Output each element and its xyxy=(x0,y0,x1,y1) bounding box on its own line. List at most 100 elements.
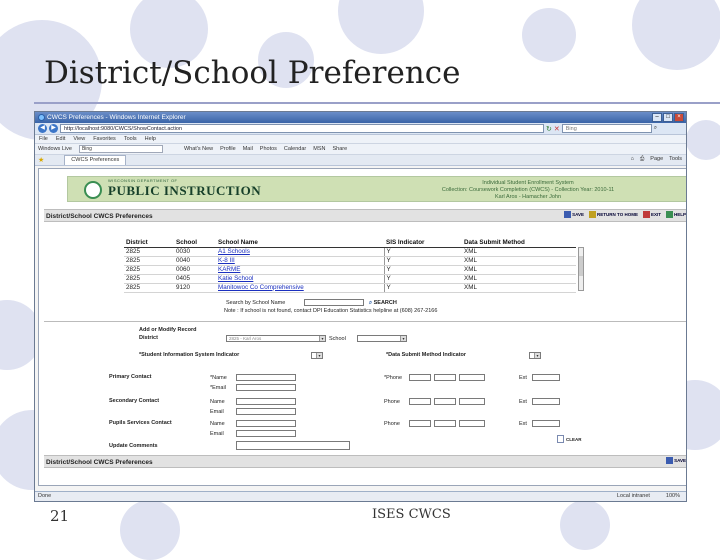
sis-indicator-label: *Student Information System Indicator xyxy=(139,352,240,358)
menu-file[interactable]: File xyxy=(39,136,48,142)
save-button[interactable]: SAVE xyxy=(564,211,584,218)
exit-button[interactable]: EXIT xyxy=(642,211,661,218)
minimize-button[interactable]: – xyxy=(652,113,662,122)
tool-tools[interactable]: Tools xyxy=(669,156,682,163)
primary-contact-label: Primary Contact xyxy=(109,374,152,380)
menu-edit[interactable]: Edit xyxy=(56,136,65,142)
page-header-bar: District/School CWCS Preferences SAVE RE… xyxy=(44,209,686,222)
table-row[interactable]: 2825 0040 K-8 III Y XML xyxy=(124,256,576,266)
table-row[interactable]: 2825 0405 Katie School Y XML xyxy=(124,274,576,284)
district-select[interactable]: 2825 - Karl Aros ▾ xyxy=(226,335,326,342)
search-button[interactable]: ⌕ SEARCH xyxy=(369,300,397,307)
windows-live-label[interactable]: Windows Live xyxy=(38,146,72,152)
table-row[interactable]: 2825 0060 KARME Y XML xyxy=(124,265,576,275)
pupils-name-field[interactable] xyxy=(236,420,296,427)
scrollbar-thumb[interactable] xyxy=(579,256,583,276)
link-share[interactable]: Share xyxy=(332,146,347,152)
secondary-phone-prefix-field[interactable] xyxy=(434,398,456,405)
zone-label: Local intranet xyxy=(616,493,650,499)
cell-school-name-link[interactable]: A1 Schools xyxy=(216,247,384,257)
cell-school-name-link[interactable]: K-8 III xyxy=(216,256,384,266)
table-row[interactable]: 2825 9120 Manitowoc Co Comprehensive Y XML xyxy=(124,283,576,293)
primary-phone-area-field[interactable] xyxy=(409,374,431,381)
pupils-contact-label: Pupils Services Contact xyxy=(109,420,172,426)
menu-favorites[interactable]: Favorites xyxy=(93,136,116,142)
forward-button[interactable]: ▶ xyxy=(49,124,58,133)
return-home-button[interactable]: RETURN TO HOME xyxy=(589,211,638,218)
menu-view[interactable]: View xyxy=(73,136,85,142)
table-scrollbar[interactable] xyxy=(578,247,584,291)
links-search-input[interactable]: Bing xyxy=(78,145,163,153)
cell-school-name-link[interactable]: Manitowoc Co Comprehensive xyxy=(216,283,384,293)
zoom-level[interactable]: 100% xyxy=(666,492,680,501)
secondary-ext-field[interactable] xyxy=(532,398,560,405)
column-header: District xyxy=(124,238,174,248)
cell-school-name-link[interactable]: KARME xyxy=(216,265,384,275)
primary-email-label: *Email xyxy=(210,385,226,391)
home-icon xyxy=(589,211,597,218)
secondary-ext-label: Ext xyxy=(519,399,527,405)
table-row[interactable]: 2825 0030 A1 Schools Y XML xyxy=(124,247,576,257)
link-msn[interactable]: MSN xyxy=(313,146,325,152)
menu-help[interactable]: Help xyxy=(145,136,156,142)
column-header: School Name xyxy=(216,238,384,248)
pupils-phone-line-field[interactable] xyxy=(459,420,485,427)
logo-title: PUBLIC INSTRUCTION xyxy=(108,183,262,198)
update-comments-field[interactable] xyxy=(236,441,350,450)
secondary-name-field[interactable] xyxy=(236,398,296,405)
cell-method: XML xyxy=(462,247,576,257)
close-button[interactable]: × xyxy=(674,113,684,122)
link-mail[interactable]: Mail xyxy=(243,146,253,152)
cell-school-name-link[interactable]: Katie School xyxy=(216,274,384,284)
primary-ext-field[interactable] xyxy=(532,374,560,381)
primary-name-field[interactable] xyxy=(236,374,296,381)
add-modify-heading: Add or Modify Record xyxy=(139,327,197,333)
footer-save-button[interactable]: SAVE xyxy=(666,457,686,464)
primary-phone-prefix-field[interactable] xyxy=(434,374,456,381)
decor-circle xyxy=(522,8,576,62)
tab-cwcs-preferences[interactable]: CWCS Preferences xyxy=(64,155,127,165)
footer-title: District/School CWCS Preferences xyxy=(46,459,153,466)
secondary-phone-area-field[interactable] xyxy=(409,398,431,405)
maximize-button[interactable]: □ xyxy=(663,113,673,122)
preferences-table: District School School Name SIS Indicato… xyxy=(124,238,576,293)
help-button[interactable]: HELP xyxy=(665,211,686,218)
link-calendar[interactable]: Calendar xyxy=(284,146,306,152)
tool-page[interactable]: Page xyxy=(650,156,663,163)
secondary-phone-line-field[interactable] xyxy=(459,398,485,405)
search-note: Note : If school is not found, contact D… xyxy=(224,308,438,314)
stop-icon[interactable]: ✕ xyxy=(554,125,560,133)
pupils-email-field[interactable] xyxy=(236,430,296,437)
url-input[interactable]: http://localhost:9080/CWCS/ShowContact.a… xyxy=(60,124,544,133)
secondary-email-field[interactable] xyxy=(236,408,296,415)
sis-indicator-select[interactable]: ▾ xyxy=(311,352,323,359)
refresh-icon[interactable]: ↻ xyxy=(546,125,552,133)
school-search-input[interactable] xyxy=(304,299,364,306)
school-select[interactable]: ▾ xyxy=(357,335,407,342)
primary-phone-line-field[interactable] xyxy=(459,374,485,381)
link-whats-new[interactable]: What's New xyxy=(184,146,213,152)
browser-search-input[interactable]: Bing xyxy=(561,124,652,133)
cell-school: 0030 xyxy=(174,247,216,257)
document-icon[interactable] xyxy=(557,435,564,443)
menu-tools[interactable]: Tools xyxy=(124,136,137,142)
favorites-star-icon[interactable]: ★ xyxy=(38,156,44,164)
browser-title-bar: CWCS Preferences - Windows Internet Expl… xyxy=(35,112,686,123)
search-icon[interactable]: ⌕ xyxy=(654,125,657,132)
primary-email-field[interactable] xyxy=(236,384,296,391)
pupils-phone-prefix-field[interactable] xyxy=(434,420,456,427)
pupils-ext-field[interactable] xyxy=(532,420,560,427)
link-profile[interactable]: Profile xyxy=(220,146,236,152)
browser-title: CWCS Preferences - Windows Internet Expl… xyxy=(47,114,186,121)
print-icon[interactable]: ⎙ xyxy=(640,156,644,163)
data-submit-select[interactable]: ▾ xyxy=(529,352,541,359)
cell-method: XML xyxy=(462,274,576,284)
pupils-phone-area-field[interactable] xyxy=(409,420,431,427)
banner-line-collection: Collection: Coursework Completion (CWCS)… xyxy=(441,187,615,193)
clear-button[interactable]: CLEAR xyxy=(566,437,582,442)
link-photos[interactable]: Photos xyxy=(260,146,277,152)
home-icon[interactable]: ⌂ xyxy=(631,156,634,163)
back-button[interactable]: ◀ xyxy=(38,124,47,133)
divider xyxy=(44,321,686,322)
cell-district: 2825 xyxy=(124,283,174,293)
